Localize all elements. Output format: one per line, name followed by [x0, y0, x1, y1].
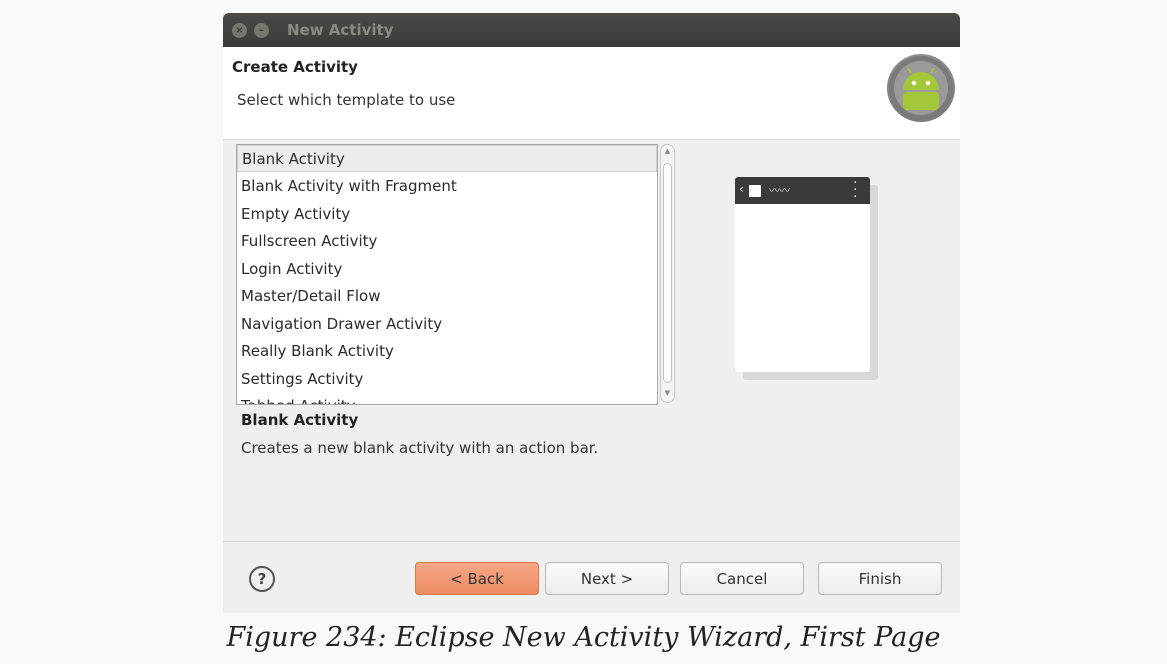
template-description-title: Blank Activity — [241, 411, 359, 429]
template-item-blank-activity[interactable]: Blank Activity — [237, 145, 657, 172]
app-icon-placeholder — [749, 185, 761, 197]
template-item-navigation-drawer-activity[interactable]: Navigation Drawer Activity — [237, 311, 657, 338]
template-item-fullscreen-activity[interactable]: Fullscreen Activity — [237, 228, 657, 255]
template-item-settings-activity[interactable]: Settings Activity — [237, 366, 657, 393]
window-title: New Activity — [287, 21, 394, 39]
minimize-icon: – — [259, 25, 264, 36]
template-list[interactable]: Blank Activity Blank Activity with Fragm… — [236, 144, 658, 405]
back-chevron-icon: ‹ — [739, 182, 744, 196]
help-icon[interactable]: ? — [249, 566, 275, 592]
title-bar: × – New Activity — [223, 13, 960, 47]
overflow-menu-icon: · · · — [853, 175, 858, 205]
page-title: Create Activity — [232, 58, 358, 76]
close-icon: × — [235, 25, 244, 36]
scroll-down-icon[interactable]: ▼ — [661, 389, 674, 397]
finish-button[interactable]: Finish — [818, 562, 942, 595]
title-placeholder-icon: 〰〰 — [769, 184, 790, 197]
close-window-button[interactable]: × — [232, 23, 247, 38]
cancel-button[interactable]: Cancel — [680, 562, 804, 595]
template-item-blank-activity-with-fragment[interactable]: Blank Activity with Fragment — [237, 173, 657, 200]
template-item-login-activity[interactable]: Login Activity — [237, 256, 657, 283]
preview-action-bar: ‹ 〰〰 · · · — [735, 175, 870, 205]
template-list-scrollbar[interactable]: ▲ ▼ — [660, 144, 675, 403]
next-button[interactable]: Next > — [545, 562, 669, 595]
template-item-really-blank-activity[interactable]: Really Blank Activity — [237, 338, 657, 365]
wizard-header: Create Activity Select which template to… — [223, 47, 960, 140]
template-item-empty-activity[interactable]: Empty Activity — [237, 201, 657, 228]
template-preview: ‹ 〰〰 · · · — [735, 175, 870, 372]
back-button[interactable]: < Back — [415, 562, 539, 595]
new-activity-dialog: × – New Activity Create Activity Select … — [223, 13, 960, 613]
android-logo-icon — [887, 54, 955, 122]
minimize-window-button[interactable]: – — [254, 23, 269, 38]
figure-caption: Figure 234: Eclipse New Activity Wizard,… — [226, 622, 941, 653]
template-item-master-detail-flow[interactable]: Master/Detail Flow — [237, 283, 657, 310]
template-item-tabbed-activity[interactable]: Tabbed Activity — [237, 393, 657, 404]
page-subtitle: Select which template to use — [237, 91, 456, 109]
scrollbar-thumb[interactable] — [663, 163, 672, 383]
scroll-up-icon[interactable]: ▲ — [661, 147, 674, 155]
footer-divider — [223, 541, 960, 542]
template-description-text: Creates a new blank activity with an act… — [241, 439, 599, 457]
